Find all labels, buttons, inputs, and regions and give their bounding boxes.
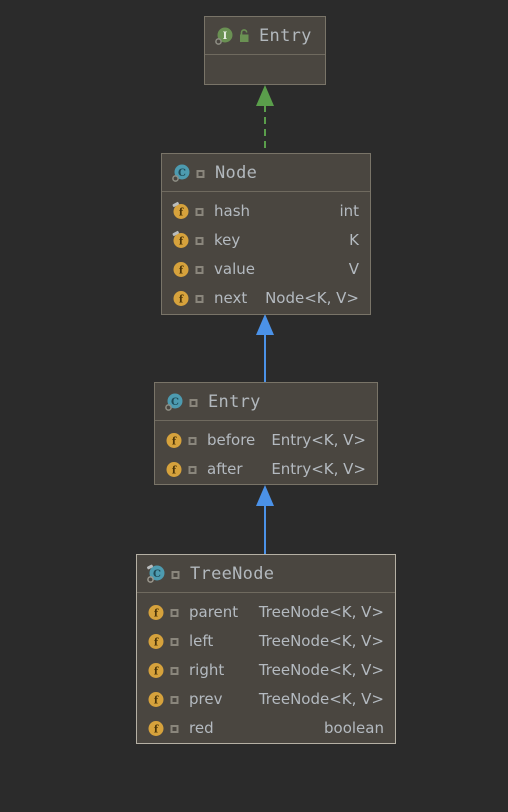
field-type: TreeNode<K, V> [258, 602, 384, 621]
field-name: next [214, 288, 248, 307]
edge-treenode-extends-entryclass[interactable] [248, 484, 282, 557]
field-type: Entry<K, V> [271, 459, 366, 478]
field-row[interactable]: f right TreeNode<K, V> [137, 655, 395, 684]
svg-text:f: f [154, 666, 159, 677]
class-name: Node [215, 162, 258, 183]
field-row[interactable]: f parent TreeNode<K, V> [137, 597, 395, 626]
package-private-icon [194, 163, 207, 183]
class-header[interactable]: I Entry [205, 17, 325, 55]
field-type: Node<K, V> [265, 288, 359, 307]
field-row[interactable]: f key K [162, 225, 370, 254]
field-row[interactable]: f red boolean [137, 713, 395, 742]
package-private-icon [193, 201, 206, 221]
field-icon: f [164, 430, 184, 450]
field-type: TreeNode<K, V> [258, 660, 384, 679]
field-row[interactable]: f next Node<K, V> [162, 283, 370, 312]
field-name: left [189, 631, 214, 650]
field-name: before [207, 430, 256, 449]
field-type: Entry<K, V> [271, 430, 366, 449]
package-private-icon [193, 288, 206, 308]
package-private-icon [193, 230, 206, 250]
field-icon: f [146, 631, 166, 651]
package-private-icon [168, 689, 181, 709]
package-private-icon [168, 718, 181, 738]
svg-text:f: f [172, 465, 177, 476]
field-icon: f [146, 718, 166, 738]
lock-icon [237, 28, 251, 44]
field-type: TreeNode<K, V> [258, 689, 384, 708]
svg-text:f: f [154, 695, 159, 706]
field-name: key [214, 230, 241, 249]
field-row[interactable]: f left TreeNode<K, V> [137, 626, 395, 655]
class-icon: C [164, 392, 184, 412]
svg-text:f: f [154, 608, 159, 619]
field-type: V [348, 259, 359, 278]
svg-text:f: f [179, 265, 184, 276]
field-icon: f [171, 288, 191, 308]
field-row[interactable]: f value V [162, 254, 370, 283]
svg-text:f: f [154, 637, 159, 648]
field-type: boolean [324, 718, 384, 737]
package-private-icon [168, 660, 181, 680]
svg-text:f: f [179, 294, 184, 305]
field-row[interactable]: f after Entry<K, V> [155, 454, 377, 483]
package-private-icon [168, 602, 181, 622]
field-icon: f [171, 259, 191, 279]
field-type: TreeNode<K, V> [258, 631, 384, 650]
field-name: right [189, 660, 225, 679]
edge-entryclass-extends-node[interactable] [248, 313, 282, 385]
field-name: value [214, 259, 255, 278]
class-header[interactable]: C Entry [155, 383, 377, 421]
field-name: prev [189, 689, 223, 708]
interface-icon: I [214, 26, 234, 46]
field-row[interactable]: f hash int [162, 196, 370, 225]
package-private-icon [193, 259, 206, 279]
class-name: Entry [208, 391, 261, 412]
field-name: red [189, 718, 214, 737]
class-members-empty [205, 55, 325, 87]
svg-text:C: C [178, 168, 186, 179]
field-icon: f [146, 602, 166, 622]
field-icon: f [146, 660, 166, 680]
svg-text:f: f [179, 236, 184, 247]
class-members: f before Entry<K, V> f after Entry<K, V> [155, 421, 377, 488]
class-box-entry-class[interactable]: C Entry f before Entry<K, V> f after Ent… [154, 382, 378, 485]
package-private-icon [187, 392, 200, 412]
field-icon: f [171, 230, 191, 250]
field-name: after [207, 459, 243, 478]
class-box-treenode-class[interactable]: C TreeNode f parent TreeNode<K, V> f lef… [136, 554, 396, 744]
diagram-canvas[interactable]: I Entry C Node f hash int f key K f valu… [0, 0, 508, 812]
field-name: hash [214, 201, 251, 220]
field-icon: f [146, 689, 166, 709]
svg-text:C: C [153, 569, 161, 580]
class-header[interactable]: C Node [162, 154, 370, 192]
svg-text:I: I [223, 31, 228, 42]
class-box-entry-interface[interactable]: I Entry [204, 16, 326, 85]
field-row[interactable]: f before Entry<K, V> [155, 425, 377, 454]
edge-node-implements-entry[interactable] [248, 84, 282, 160]
package-private-icon [168, 631, 181, 651]
class-name: Entry [259, 25, 312, 46]
package-private-icon [186, 430, 199, 450]
field-icon: f [171, 201, 191, 221]
class-icon: C [171, 163, 191, 183]
field-type: int [339, 201, 359, 220]
class-name: TreeNode [190, 563, 275, 584]
field-name: parent [189, 602, 239, 621]
class-header[interactable]: C TreeNode [137, 555, 395, 593]
field-row[interactable]: f prev TreeNode<K, V> [137, 684, 395, 713]
class-box-node-class[interactable]: C Node f hash int f key K f value V f ne… [161, 153, 371, 315]
class-members: f parent TreeNode<K, V> f left TreeNode<… [137, 593, 395, 747]
field-icon: f [164, 459, 184, 479]
package-private-icon [186, 459, 199, 479]
svg-text:C: C [171, 397, 179, 408]
class-members: f hash int f key K f value V f next Node… [162, 192, 370, 317]
class-icon: C [146, 564, 166, 584]
svg-text:f: f [172, 436, 177, 447]
svg-text:f: f [179, 207, 184, 218]
package-private-icon [169, 564, 182, 584]
field-type: K [349, 230, 359, 249]
svg-text:f: f [154, 724, 159, 735]
